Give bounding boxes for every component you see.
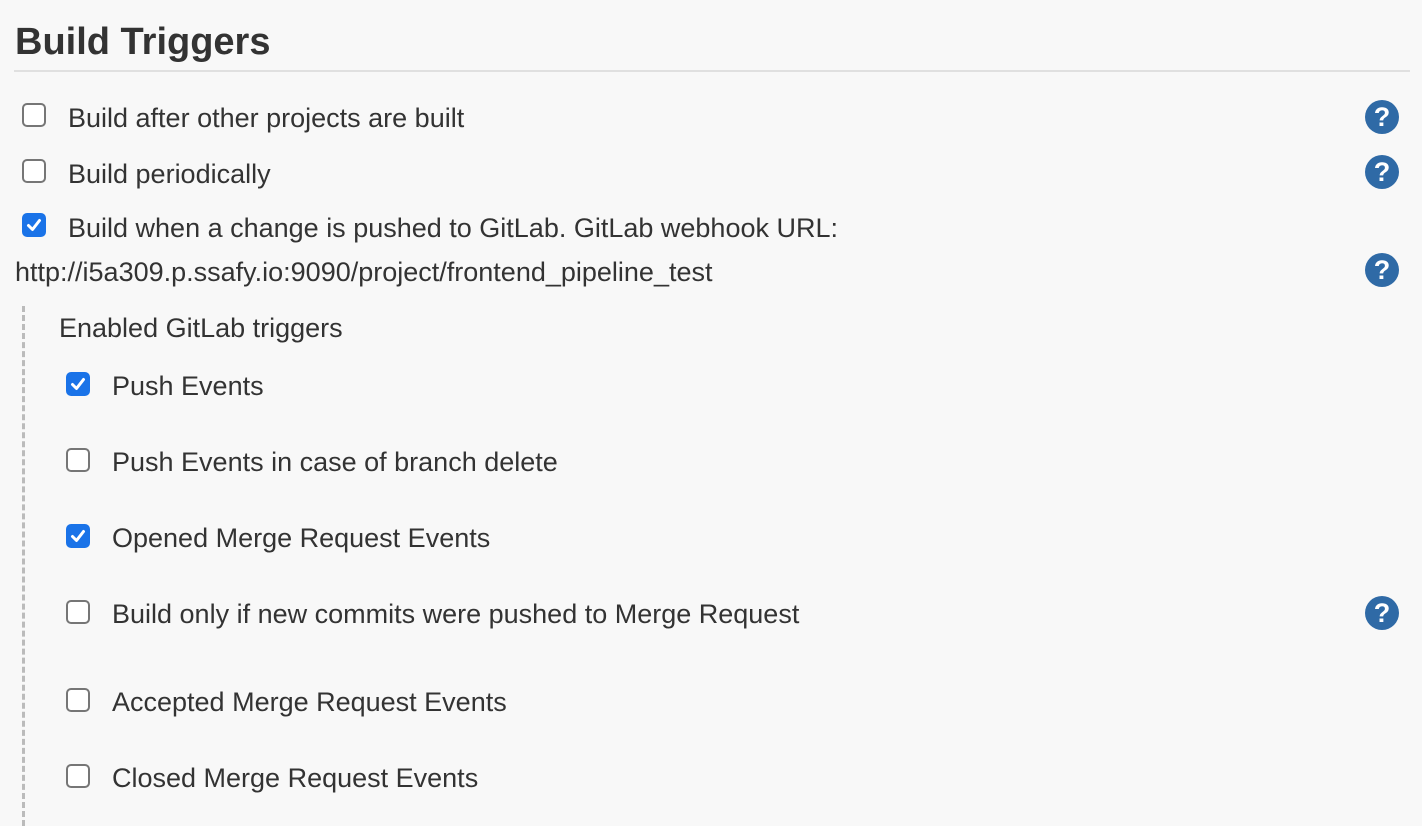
push-events-label[interactable]: Push Events <box>112 370 264 402</box>
gitlab-webhook-url: http://i5a309.p.ssafy.io:9090/project/fr… <box>15 257 713 287</box>
help-icon-build-after-other-projects[interactable]: ? <box>1365 100 1399 134</box>
help-icon-build-only-new-commits[interactable]: ? <box>1365 596 1399 630</box>
accepted-merge-request-events-checkbox[interactable] <box>66 688 90 712</box>
build-periodically-checkbox[interactable] <box>22 159 46 183</box>
checkmark-icon <box>27 219 41 231</box>
build-only-new-commits-checkbox[interactable] <box>66 600 90 624</box>
build-after-other-projects-label[interactable]: Build after other projects are built <box>68 102 464 134</box>
checkmark-icon <box>71 378 85 390</box>
push-events-branch-delete-label[interactable]: Push Events in case of branch delete <box>112 446 558 478</box>
help-icon-gitlab-push[interactable]: ? <box>1365 253 1399 287</box>
push-events-branch-delete-checkbox[interactable] <box>66 448 90 472</box>
closed-merge-request-events-label[interactable]: Closed Merge Request Events <box>112 762 478 794</box>
build-on-gitlab-push-checkbox[interactable] <box>22 213 46 237</box>
build-periodically-label[interactable]: Build periodically <box>68 158 271 190</box>
build-after-other-projects-checkbox[interactable] <box>22 103 46 127</box>
accepted-merge-request-events-label[interactable]: Accepted Merge Request Events <box>112 686 507 718</box>
build-on-gitlab-push-label[interactable]: Build when a change is pushed to GitLab.… <box>68 212 838 244</box>
checkmark-icon <box>71 530 85 542</box>
section-divider <box>14 70 1410 72</box>
enabled-gitlab-triggers-label: Enabled GitLab triggers <box>59 313 343 343</box>
section-title: Build Triggers <box>15 21 271 63</box>
closed-merge-request-events-checkbox[interactable] <box>66 764 90 788</box>
opened-merge-request-events-checkbox[interactable] <box>66 524 90 548</box>
push-events-checkbox[interactable] <box>66 372 90 396</box>
build-only-new-commits-label[interactable]: Build only if new commits were pushed to… <box>112 598 799 630</box>
help-icon-build-periodically[interactable]: ? <box>1365 155 1399 189</box>
nested-options-border <box>22 306 25 826</box>
opened-merge-request-events-label[interactable]: Opened Merge Request Events <box>112 522 490 554</box>
